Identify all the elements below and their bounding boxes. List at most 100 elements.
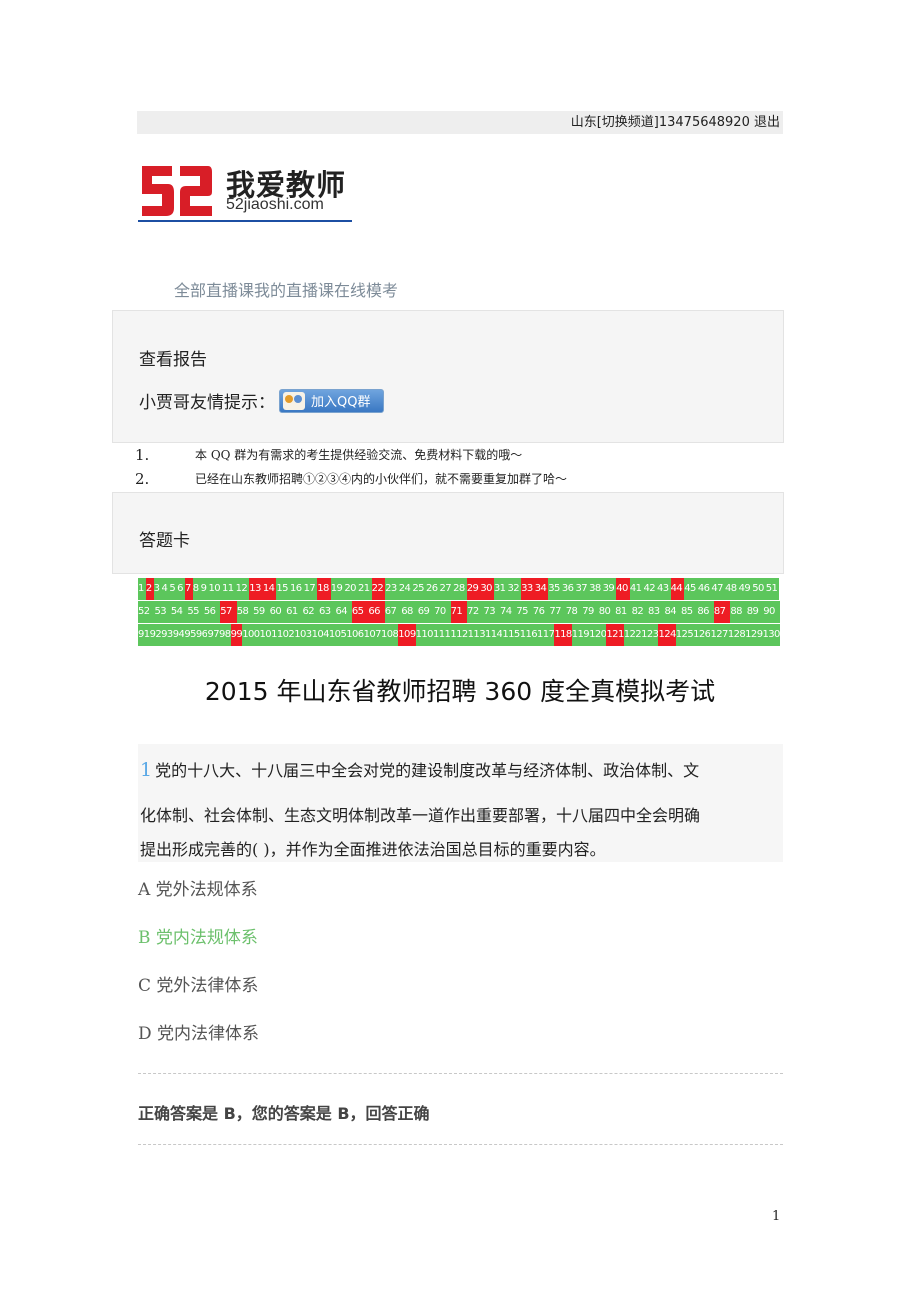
answer-card-item-102[interactable]: 102 [276,624,295,646]
answer-card-item-98[interactable]: 98 [219,624,231,646]
answer-card-item-4[interactable]: 4 [161,578,170,600]
answer-card-item-61[interactable]: 61 [286,601,303,623]
answer-card-item-44[interactable]: 44 [670,578,685,600]
answer-card-item-111[interactable]: 111 [432,624,451,646]
answer-card-item-80[interactable]: 80 [598,601,616,623]
answer-card-item-20[interactable]: 20 [344,578,358,600]
answer-card-item-11[interactable]: 11 [222,578,236,600]
logout-link[interactable]: 退出 [754,115,780,130]
answer-card-item-65[interactable]: 65 [351,601,369,623]
answer-card-item-66[interactable]: 66 [368,601,385,623]
answer-card-item-30[interactable]: 30 [480,578,494,600]
answer-card-item-31[interactable]: 31 [493,578,508,600]
answer-card-item-47[interactable]: 47 [711,578,726,600]
switch-channel-link[interactable]: [切换频道] [597,115,659,130]
answer-card-item-85[interactable]: 85 [680,601,698,623]
answer-card-item-104[interactable]: 104 [311,624,329,646]
answer-card-item-27[interactable]: 27 [439,578,454,600]
answer-card-item-58[interactable]: 58 [236,601,254,623]
answer-card-item-55[interactable]: 55 [187,601,204,623]
answer-card-item-32[interactable]: 32 [507,578,522,600]
answer-card-item-70[interactable]: 70 [434,601,451,623]
answer-card-item-5[interactable]: 5 [169,578,178,600]
answer-card-item-7[interactable]: 7 [184,578,193,600]
answer-card-item-121[interactable]: 121 [606,624,624,646]
answer-card-item-110[interactable]: 110 [415,624,434,646]
answer-card-item-53[interactable]: 53 [154,601,171,623]
answer-card-item-84[interactable]: 84 [664,601,681,623]
answer-card-item-83[interactable]: 83 [648,601,665,623]
answer-card-item-49[interactable]: 49 [738,578,753,600]
answer-card-item-67[interactable]: 67 [384,601,402,623]
answer-card-item-43[interactable]: 43 [657,578,671,600]
nav-mock-exam[interactable]: 在线模考 [334,281,398,300]
answer-card-item-76[interactable]: 76 [532,601,550,623]
answer-card-item-114[interactable]: 114 [485,624,503,646]
answer-card-item-63[interactable]: 63 [318,601,336,623]
option-d[interactable]: D 党内法律体系 [138,1019,259,1044]
answer-card-item-2[interactable]: 2 [145,578,154,600]
answer-card-item-107[interactable]: 107 [363,624,382,646]
site-logo[interactable]: 我爱教师 52jiaoshi.com [138,160,352,222]
answer-card-item-34[interactable]: 34 [534,578,549,600]
nav-my-live[interactable]: 我的直播课 [254,281,334,300]
answer-card-item-50[interactable]: 50 [752,578,766,600]
answer-card-item-40[interactable]: 40 [616,578,630,600]
answer-card-item-12[interactable]: 12 [235,578,250,600]
answer-card-item-101[interactable]: 101 [259,624,277,646]
answer-card-item-120[interactable]: 120 [589,624,607,646]
answer-card-item-21[interactable]: 21 [357,578,372,600]
answer-card-item-54[interactable]: 54 [170,601,188,623]
answer-card-item-118[interactable]: 118 [554,624,572,646]
answer-card-item-64[interactable]: 64 [335,601,352,623]
answer-card-item-97[interactable]: 97 [207,624,220,646]
answer-card-item-96[interactable]: 96 [195,624,208,646]
answer-card-item-48[interactable]: 48 [725,578,739,600]
answer-card-item-17[interactable]: 17 [303,578,318,600]
answer-card-item-73[interactable]: 73 [483,601,500,623]
answer-card-item-60[interactable]: 60 [269,601,287,623]
answer-card-item-42[interactable]: 42 [643,578,658,600]
answer-card-item-16[interactable]: 16 [290,578,304,600]
answer-card-item-6[interactable]: 6 [177,578,185,600]
answer-card-item-57[interactable]: 57 [220,601,237,623]
answer-card-item-108[interactable]: 108 [380,624,399,646]
answer-card-item-82[interactable]: 82 [631,601,649,623]
answer-card-item-109[interactable]: 109 [398,624,416,646]
answer-card-item-15[interactable]: 15 [276,578,291,600]
answer-card-item-105[interactable]: 105 [328,624,347,646]
answer-card-item-72[interactable]: 72 [467,601,484,623]
answer-card-item-128[interactable]: 128 [727,624,746,646]
answer-card-item-81[interactable]: 81 [615,601,632,623]
answer-card-item-100[interactable]: 100 [242,624,260,646]
answer-card-item-130[interactable]: 130 [762,624,780,646]
answer-card-item-99[interactable]: 99 [230,624,243,646]
option-b[interactable]: B 党内法规体系 [138,923,258,948]
answer-card-item-129[interactable]: 129 [745,624,763,646]
answer-card-item-113[interactable]: 113 [467,624,486,646]
answer-card-item-95[interactable]: 95 [184,624,196,646]
answer-card-item-115[interactable]: 115 [502,624,520,646]
answer-card-item-122[interactable]: 122 [623,624,642,646]
answer-card-item-103[interactable]: 103 [294,624,312,646]
answer-card-item-127[interactable]: 127 [710,624,728,646]
answer-card-item-86[interactable]: 86 [697,601,714,623]
answer-card-item-39[interactable]: 39 [602,578,617,600]
answer-card-item-35[interactable]: 35 [548,578,562,600]
answer-card-item-19[interactable]: 19 [330,578,345,600]
answer-card-item-119[interactable]: 119 [571,624,590,646]
answer-card-item-56[interactable]: 56 [203,601,221,623]
answer-card-item-13[interactable]: 13 [249,578,263,600]
answer-card-item-14[interactable]: 14 [262,578,277,600]
answer-card-item-38[interactable]: 38 [589,578,603,600]
answer-card-item-26[interactable]: 26 [425,578,440,600]
answer-card-item-46[interactable]: 46 [697,578,712,600]
answer-card-item-68[interactable]: 68 [401,601,418,623]
view-report-link[interactable]: 查看报告 [139,345,207,370]
answer-card-item-92[interactable]: 92 [149,624,162,646]
option-a[interactable]: A 党外法规体系 [138,875,258,900]
answer-card-item-116[interactable]: 116 [519,624,538,646]
answer-card-item-94[interactable]: 94 [172,624,185,646]
answer-card-item-71[interactable]: 71 [450,601,468,623]
answer-card-item-9[interactable]: 9 [200,578,209,600]
